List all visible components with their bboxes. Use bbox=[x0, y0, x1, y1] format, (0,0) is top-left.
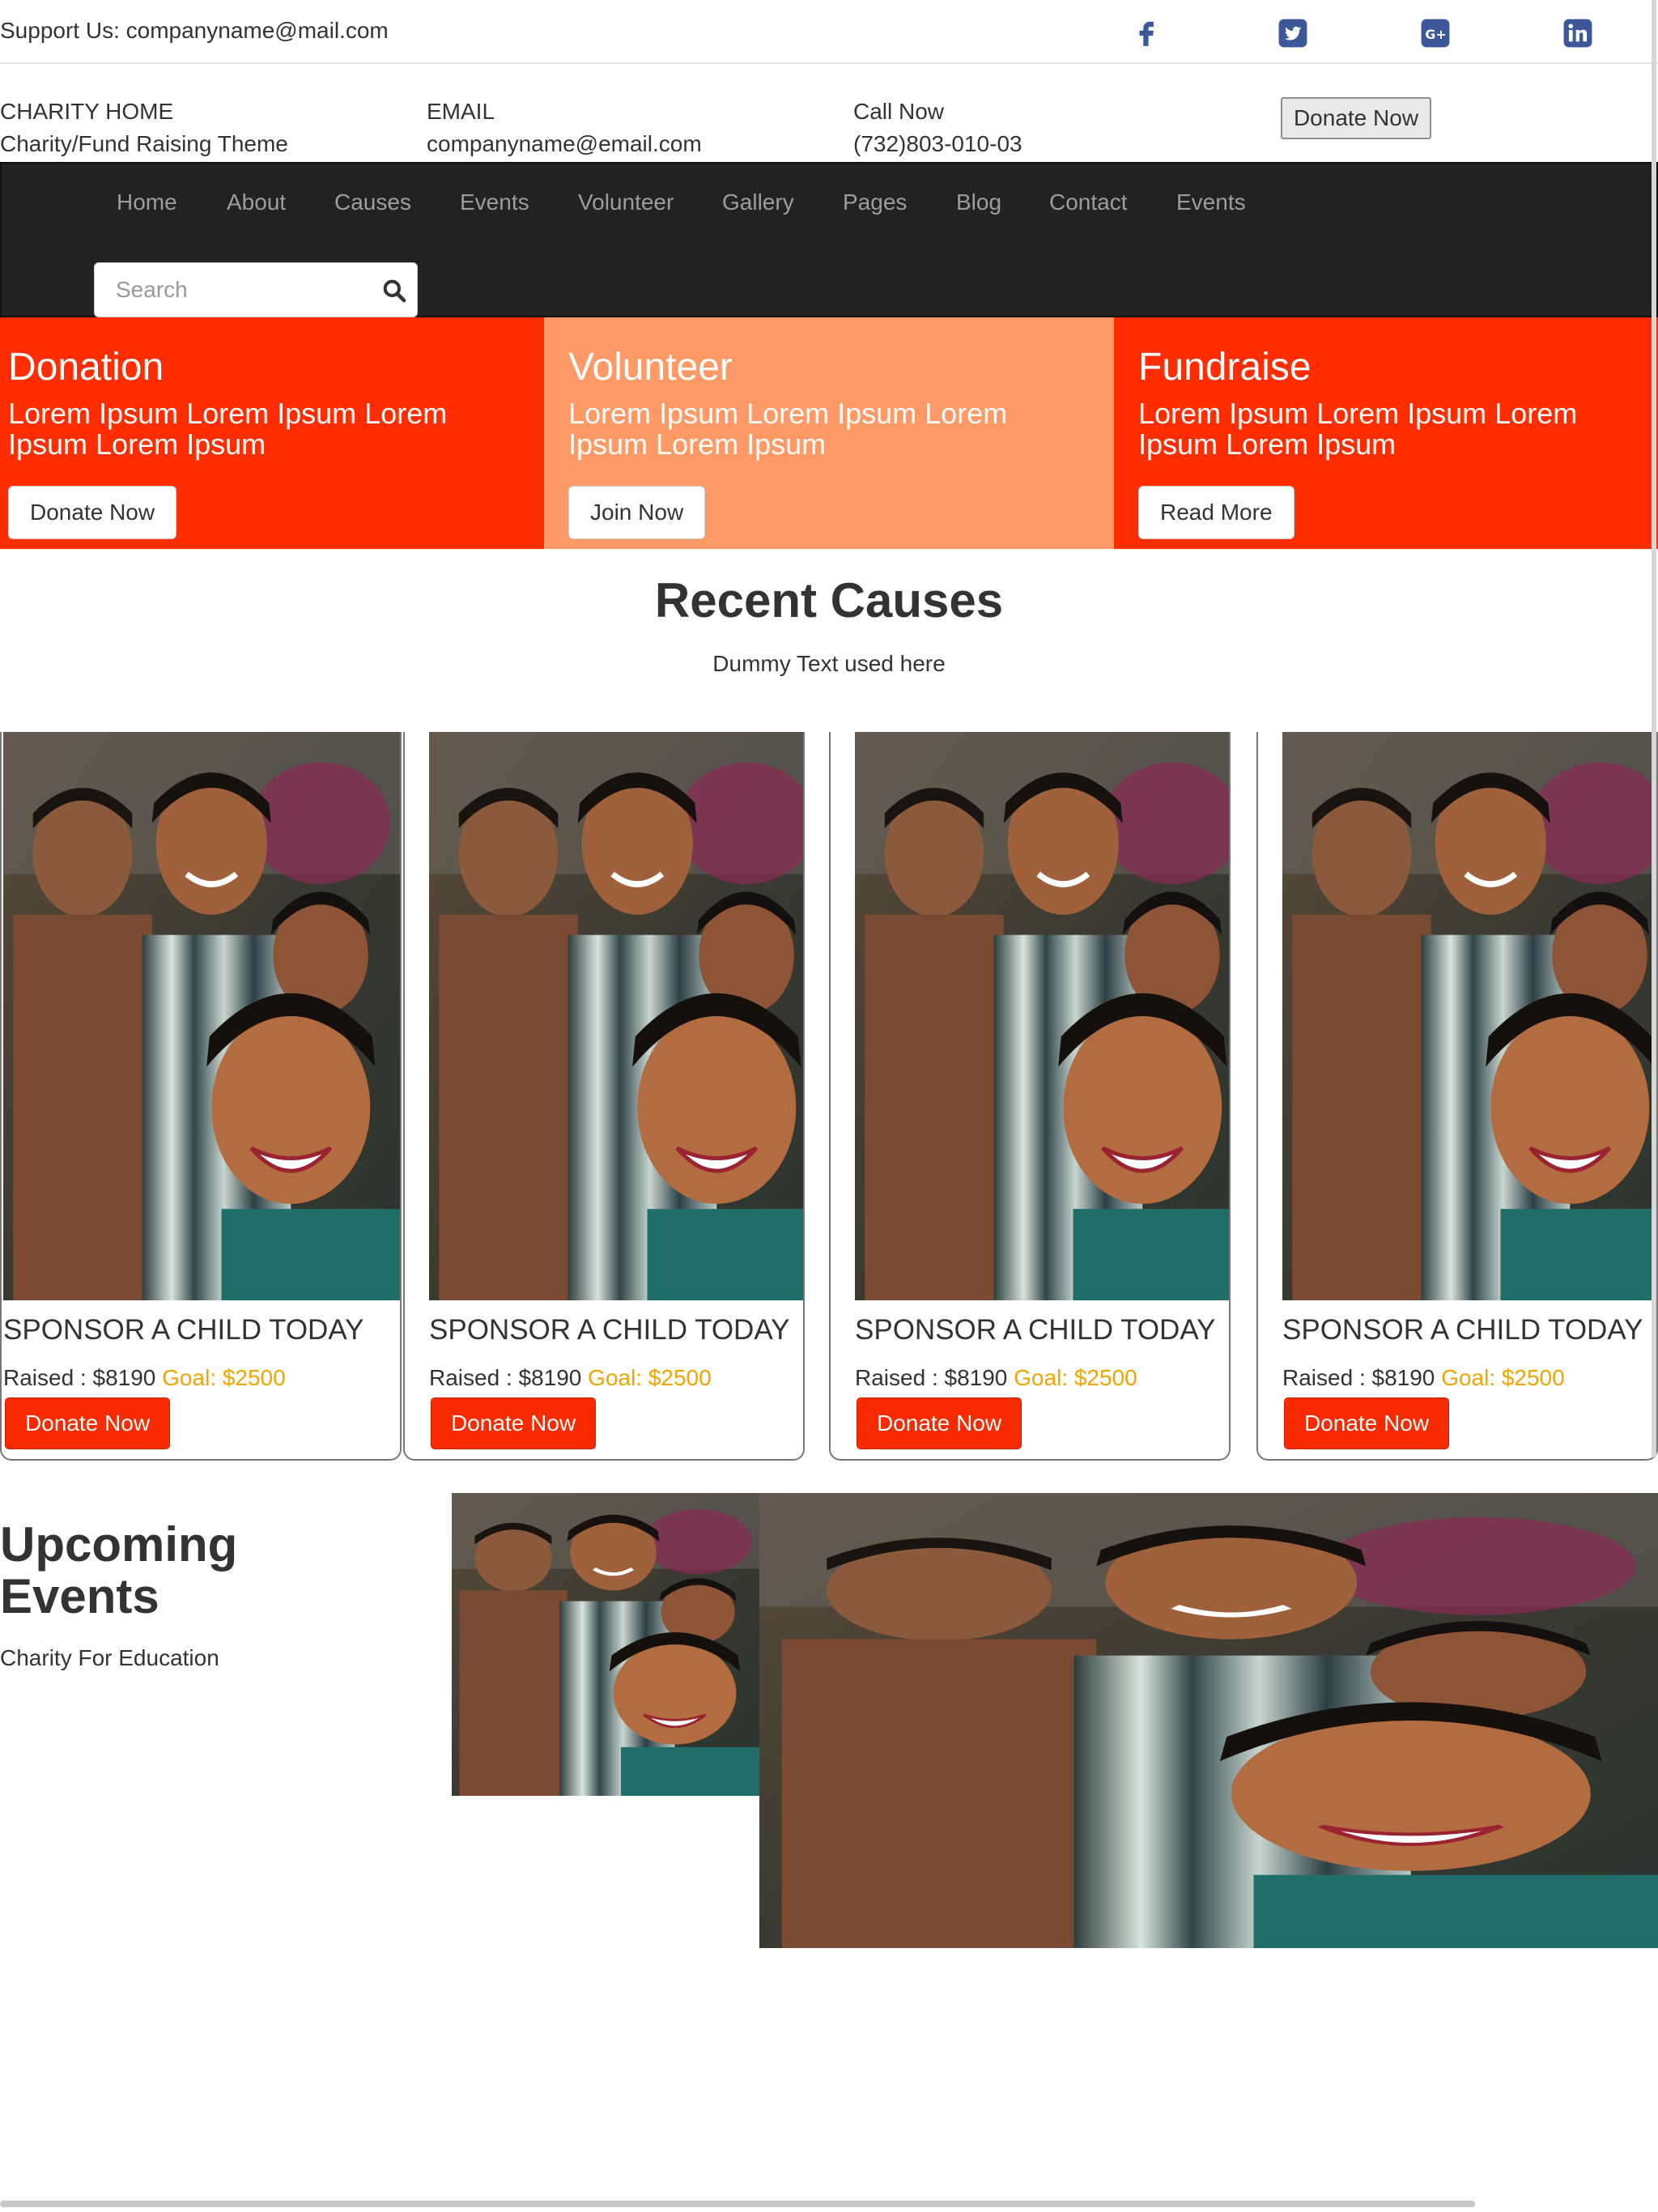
cause-card: SPONSOR A CHILD TODAY Raised : $8190 Goa… bbox=[1256, 732, 1658, 1461]
cause-goal: Goal: $2500 bbox=[1441, 1365, 1565, 1390]
cause-goal: Goal: $2500 bbox=[162, 1365, 286, 1390]
donation-donate-button[interactable]: Donate Now bbox=[8, 486, 177, 539]
facebook-icon[interactable] bbox=[1132, 18, 1163, 49]
cause-card: SPONSOR A CHILD TODAY Raised : $8190 Goa… bbox=[0, 732, 402, 1461]
feature-donation: Donation Lorem Ipsum Lorem Ipsum Lorem I… bbox=[0, 317, 544, 549]
linkedin-icon[interactable] bbox=[1562, 18, 1593, 49]
cause-amounts: Raised : $8190 Goal: $2500 bbox=[429, 1365, 712, 1391]
phone-label: Call Now bbox=[853, 99, 945, 124]
vertical-scrollbar[interactable] bbox=[1652, 0, 1656, 1457]
search-input[interactable] bbox=[95, 263, 370, 317]
main-navbar: Home About Causes Events Volunteer Galle… bbox=[0, 162, 1658, 317]
feature-title: Fundraise bbox=[1138, 346, 1312, 389]
nav-item-blog[interactable]: Blog bbox=[956, 189, 1001, 215]
cause-title: SPONSOR A CHILD TODAY bbox=[429, 1314, 790, 1346]
nav-item-events[interactable]: Events bbox=[460, 189, 529, 215]
cause-photo bbox=[429, 732, 805, 1300]
cause-raised: Raised : $8190 bbox=[1282, 1365, 1435, 1390]
cause-donate-button[interactable]: Donate Now bbox=[857, 1397, 1022, 1449]
cause-raised: Raised : $8190 bbox=[855, 1365, 1008, 1390]
home-info: CHARITY HOME Charity/Fund Raising Theme bbox=[0, 96, 288, 160]
cause-photo bbox=[1282, 732, 1658, 1300]
horizontal-scrollbar[interactable] bbox=[0, 2201, 1475, 2207]
read-more-button[interactable]: Read More bbox=[1138, 486, 1295, 539]
cause-title: SPONSOR A CHILD TODAY bbox=[1282, 1314, 1643, 1346]
cause-goal: Goal: $2500 bbox=[588, 1365, 712, 1390]
cause-title: SPONSOR A CHILD TODAY bbox=[3, 1314, 364, 1346]
email-info: EMAIL companyname@email.com bbox=[427, 96, 702, 160]
feature-title: Volunteer bbox=[568, 346, 733, 389]
cause-amounts: Raised : $8190 Goal: $2500 bbox=[855, 1365, 1137, 1391]
email-value[interactable]: companyname@email.com bbox=[427, 128, 702, 160]
nav-item-about[interactable]: About bbox=[227, 189, 286, 215]
cause-title: SPONSOR A CHILD TODAY bbox=[855, 1314, 1216, 1346]
cause-card: SPONSOR A CHILD TODAY Raised : $8190 Goa… bbox=[403, 732, 805, 1461]
cause-raised: Raised : $8190 bbox=[429, 1365, 582, 1390]
phone-info: Call Now (732)803-010-03 bbox=[853, 96, 1022, 160]
upcoming-events-title: Upcoming Events bbox=[0, 1517, 238, 1623]
cause-photo bbox=[3, 732, 400, 1300]
nav-item-pages[interactable]: Pages bbox=[843, 189, 907, 215]
recent-causes-subtitle: Dummy Text used here bbox=[712, 651, 946, 676]
upcoming-events-subtitle: Charity For Education bbox=[0, 1645, 219, 1670]
email-label: EMAIL bbox=[427, 99, 495, 124]
cause-donate-button[interactable]: Donate Now bbox=[5, 1397, 170, 1449]
nav-item-gallery[interactable]: Gallery bbox=[722, 189, 794, 215]
feature-text: Lorem Ipsum Lorem Ipsum Lorem Ipsum Lore… bbox=[8, 397, 448, 461]
cause-photo bbox=[855, 732, 1231, 1300]
event-photo-main[interactable] bbox=[759, 1493, 1658, 1948]
support-bar: Support Us: companyname@mail.com G+ bbox=[0, 0, 1658, 64]
cause-donate-button[interactable]: Donate Now bbox=[431, 1397, 596, 1449]
cause-card: SPONSOR A CHILD TODAY Raised : $8190 Goa… bbox=[829, 732, 1231, 1461]
recent-causes-title: Recent Causes bbox=[654, 573, 1004, 627]
feature-text: Lorem Ipsum Lorem Ipsum Lorem Ipsum Lore… bbox=[568, 397, 1008, 461]
cause-raised: Raised : $8190 bbox=[3, 1365, 156, 1390]
cause-amounts: Raised : $8190 Goal: $2500 bbox=[1282, 1365, 1565, 1391]
event-photo-thumbnail[interactable] bbox=[452, 1493, 759, 1796]
join-now-button[interactable]: Join Now bbox=[568, 486, 706, 539]
search-icon[interactable] bbox=[381, 278, 407, 304]
search-box bbox=[94, 262, 418, 317]
feature-title: Donation bbox=[8, 346, 164, 389]
google-plus-icon[interactable]: G+ bbox=[1420, 18, 1451, 49]
cause-donate-button[interactable]: Donate Now bbox=[1284, 1397, 1449, 1449]
nav-item-volunteer[interactable]: Volunteer bbox=[578, 189, 674, 215]
nav-item-home[interactable]: Home bbox=[117, 189, 177, 215]
support-email: Support Us: companyname@mail.com bbox=[0, 18, 389, 43]
home-label: CHARITY HOME bbox=[0, 99, 174, 124]
cause-amounts: Raised : $8190 Goal: $2500 bbox=[3, 1365, 286, 1391]
feature-fundraise: Fundraise Lorem Ipsum Lorem Ipsum Lorem … bbox=[1114, 317, 1658, 549]
phone-value[interactable]: (732)803-010-03 bbox=[853, 128, 1022, 160]
home-subtitle: Charity/Fund Raising Theme bbox=[0, 131, 288, 156]
nav-item-events-2[interactable]: Events bbox=[1176, 189, 1246, 215]
twitter-icon[interactable] bbox=[1278, 18, 1308, 49]
cause-goal: Goal: $2500 bbox=[1014, 1365, 1137, 1390]
feature-text: Lorem Ipsum Lorem Ipsum Lorem Ipsum Lore… bbox=[1138, 397, 1578, 461]
svg-text:G+: G+ bbox=[1425, 27, 1446, 42]
nav-item-contact[interactable]: Contact bbox=[1049, 189, 1128, 215]
feature-volunteer: Volunteer Lorem Ipsum Lorem Ipsum Lorem … bbox=[544, 317, 1114, 549]
nav-item-causes[interactable]: Causes bbox=[334, 189, 411, 215]
header-donate-button[interactable]: Donate Now bbox=[1281, 97, 1431, 139]
